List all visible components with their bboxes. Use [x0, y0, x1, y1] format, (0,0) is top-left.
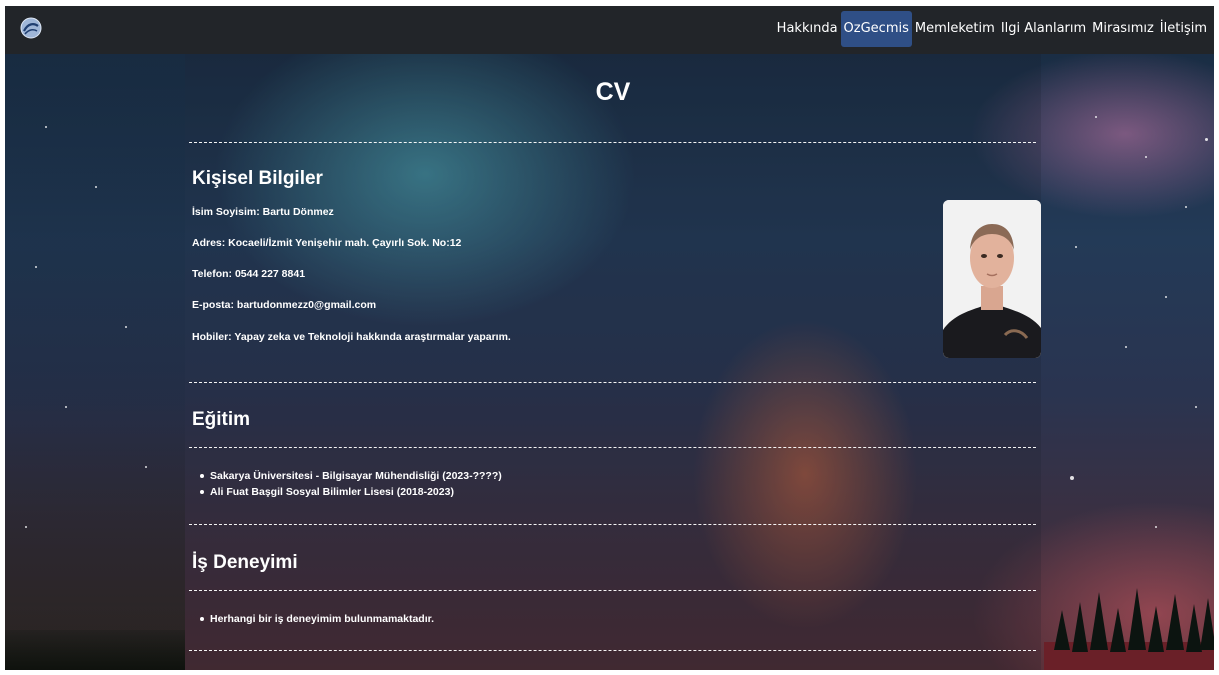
section-divider [189, 524, 1036, 525]
personal-address: Adres: Kocaeli/İzmit Yenişehir mah. Çayı… [192, 237, 462, 249]
cv-content: CV Kişisel Bilgiler İsim Soyisim: Bartu … [185, 54, 1041, 670]
section-divider [189, 447, 1036, 448]
section-divider [189, 590, 1036, 591]
nav-link-ozgecmis[interactable]: OzGecmis [840, 11, 912, 47]
nav-link-ilgi-alanlarim[interactable]: Ilgi Alanlarım [998, 11, 1089, 47]
background-ground [5, 630, 185, 670]
nav-link-memleketim[interactable]: Memleketim [912, 11, 998, 47]
background-tree-silhouettes [1044, 588, 1214, 670]
nav-links: Hakkında OzGecmis Memleketim Ilgi Alanla… [774, 11, 1210, 47]
education-heading: Eğitim [192, 409, 251, 430]
section-divider [189, 142, 1036, 143]
nav-link-iletisim[interactable]: İletişim [1157, 11, 1210, 47]
top-navbar: Hakkında OzGecmis Memleketim Ilgi Alanla… [5, 6, 1214, 54]
background-left-panel [5, 54, 185, 670]
education-list: Sakarya Üniversitesi - Bilgisayar Mühend… [192, 468, 502, 500]
section-divider [189, 650, 1036, 651]
list-item: Ali Fuat Başgil Sosyal Bilimler Lisesi (… [192, 484, 502, 500]
personal-name: İsim Soyisim: Bartu Dönmez [192, 206, 334, 218]
experience-heading: İş Deneyimi [192, 552, 298, 573]
page-title: CV [595, 78, 631, 106]
section-divider [189, 382, 1036, 383]
profile-photo-illustration [943, 200, 1041, 358]
nav-link-hakkinda[interactable]: Hakkında [774, 11, 841, 47]
profile-photo [943, 200, 1041, 358]
nav-link-mirasimiz[interactable]: Mirasımız [1089, 11, 1157, 47]
list-item: Herhangi bir iş deneyimim bulunmamaktadı… [192, 611, 434, 627]
browser-viewport: Hakkında OzGecmis Memleketim Ilgi Alanla… [5, 6, 1214, 670]
personal-email: E-posta: bartudonmezz0@gmail.com [192, 299, 377, 311]
list-item: Sakarya Üniversitesi - Bilgisayar Mühend… [192, 468, 502, 484]
personal-info-heading: Kişisel Bilgiler [192, 168, 323, 189]
experience-list: Herhangi bir iş deneyimim bulunmamaktadı… [192, 611, 434, 627]
globe-logo-icon[interactable] [20, 17, 42, 39]
personal-hobbies: Hobiler: Yapay zeka ve Teknoloji hakkınd… [192, 331, 511, 343]
personal-phone: Telefon: 0544 227 8841 [192, 268, 306, 280]
